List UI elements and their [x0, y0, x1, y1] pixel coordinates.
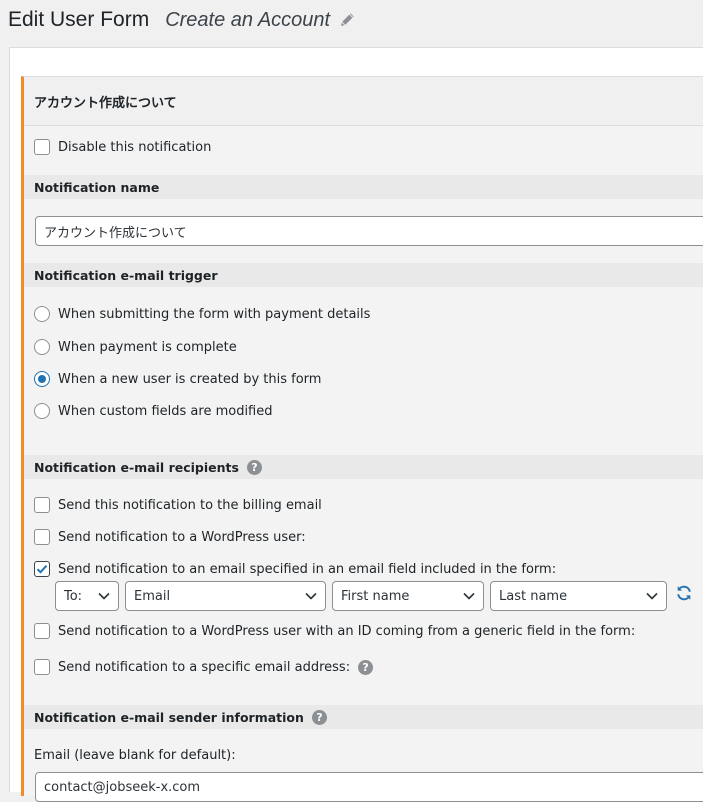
trigger-label: When a new user is created by this form: [58, 371, 322, 387]
recipient-option[interactable]: Send notification to a specific email ad…: [34, 659, 374, 675]
help-icon[interactable]: ?: [358, 659, 374, 675]
to-select[interactable]: To:: [55, 581, 119, 611]
sender-heading-text: Notification e-mail sender information: [34, 709, 304, 725]
recipient-billing-checkbox[interactable]: [34, 497, 50, 513]
notification-name-heading: Notification name: [24, 175, 703, 199]
page-header: Edit User Form Create an Account: [0, 0, 703, 40]
trigger-option[interactable]: When a new user is created by this form: [34, 371, 321, 387]
recipient-option[interactable]: Send this notification to the billing em…: [34, 497, 322, 513]
trigger-option[interactable]: When payment is complete: [34, 339, 237, 355]
trigger-option[interactable]: When submitting the form with payment de…: [34, 306, 370, 322]
page-title: Edit User Form: [8, 8, 150, 31]
last-name-select[interactable]: Last name: [490, 581, 667, 611]
trigger-label: When submitting the form with payment de…: [58, 306, 371, 322]
sender-email-input[interactable]: contact@jobseek-x.com: [35, 772, 703, 802]
to-select-value: To:: [64, 588, 83, 604]
first-name-select[interactable]: First name: [332, 581, 484, 611]
recipient-option[interactable]: Send notification to an email specified …: [34, 561, 556, 577]
disable-notification-checkbox[interactable]: [34, 139, 50, 155]
recipient-label: Send this notification to the billing em…: [58, 497, 322, 513]
trigger-option[interactable]: When custom fields are modified: [34, 403, 273, 419]
sender-heading: Notification e-mail sender information ?: [24, 705, 703, 729]
recipient-option[interactable]: Send notification to a WordPress user wi…: [34, 623, 635, 639]
trigger-radio-payment-details[interactable]: [34, 306, 50, 322]
disable-notification-row[interactable]: Disable this notification: [34, 139, 211, 155]
trigger-label: When custom fields are modified: [58, 403, 273, 419]
recipient-option[interactable]: Send notification to a WordPress user:: [34, 529, 306, 545]
trigger-radio-custom-fields[interactable]: [34, 403, 50, 419]
recipient-wp-user-id-checkbox[interactable]: [34, 623, 50, 639]
help-icon[interactable]: ?: [246, 459, 262, 475]
recipient-label: Send notification to a WordPress user wi…: [58, 623, 636, 639]
notification-name-heading-text: Notification name: [34, 179, 160, 195]
form-title[interactable]: Create an Account: [165, 9, 330, 32]
recipient-specific-email-checkbox[interactable]: [34, 659, 50, 675]
sender-email-label: Email (leave blank for default):: [34, 748, 236, 763]
trigger-label: When payment is complete: [58, 339, 237, 355]
email-field-select[interactable]: Email: [125, 581, 326, 611]
recipients-heading: Notification e-mail recipients ?: [24, 455, 703, 479]
chevron-down-icon: [463, 592, 475, 600]
notification-box-title: アカウント作成について: [34, 95, 177, 111]
trigger-heading: Notification e-mail trigger: [24, 263, 703, 287]
trigger-radio-payment-complete[interactable]: [34, 339, 50, 355]
recipient-label: Send notification to a specific email ad…: [58, 659, 351, 675]
first-name-select-value: First name: [341, 588, 410, 604]
disable-notification-label: Disable this notification: [58, 139, 212, 155]
notification-name-value: アカウント作成について: [44, 225, 187, 241]
recipients-heading-text: Notification e-mail recipients: [34, 459, 239, 475]
notification-name-input[interactable]: アカウント作成について: [35, 216, 703, 246]
refresh-icon[interactable]: [675, 584, 693, 606]
trigger-radio-new-user[interactable]: [34, 371, 50, 387]
sender-email-value: contact@jobseek-x.com: [44, 779, 201, 795]
trigger-heading-text: Notification e-mail trigger: [34, 267, 218, 283]
pencil-icon[interactable]: [338, 11, 356, 29]
chevron-down-icon: [98, 592, 110, 600]
notification-box: アカウント作成について Disable this notification No…: [21, 76, 703, 802]
last-name-select-value: Last name: [499, 588, 568, 604]
email-field-select-value: Email: [134, 588, 171, 604]
sender-email-label-row: Email (leave blank for default):: [34, 748, 236, 763]
recipient-wp-user-checkbox[interactable]: [34, 529, 50, 545]
recipient-label: Send notification to a WordPress user:: [58, 529, 306, 545]
recipient-label: Send notification to an email specified …: [58, 561, 557, 577]
recipient-email-field-checkbox[interactable]: [34, 561, 50, 577]
help-icon[interactable]: ?: [311, 709, 327, 725]
chevron-down-icon: [305, 592, 317, 600]
chevron-down-icon: [646, 592, 658, 600]
notification-box-header[interactable]: アカウント作成について: [24, 77, 703, 126]
